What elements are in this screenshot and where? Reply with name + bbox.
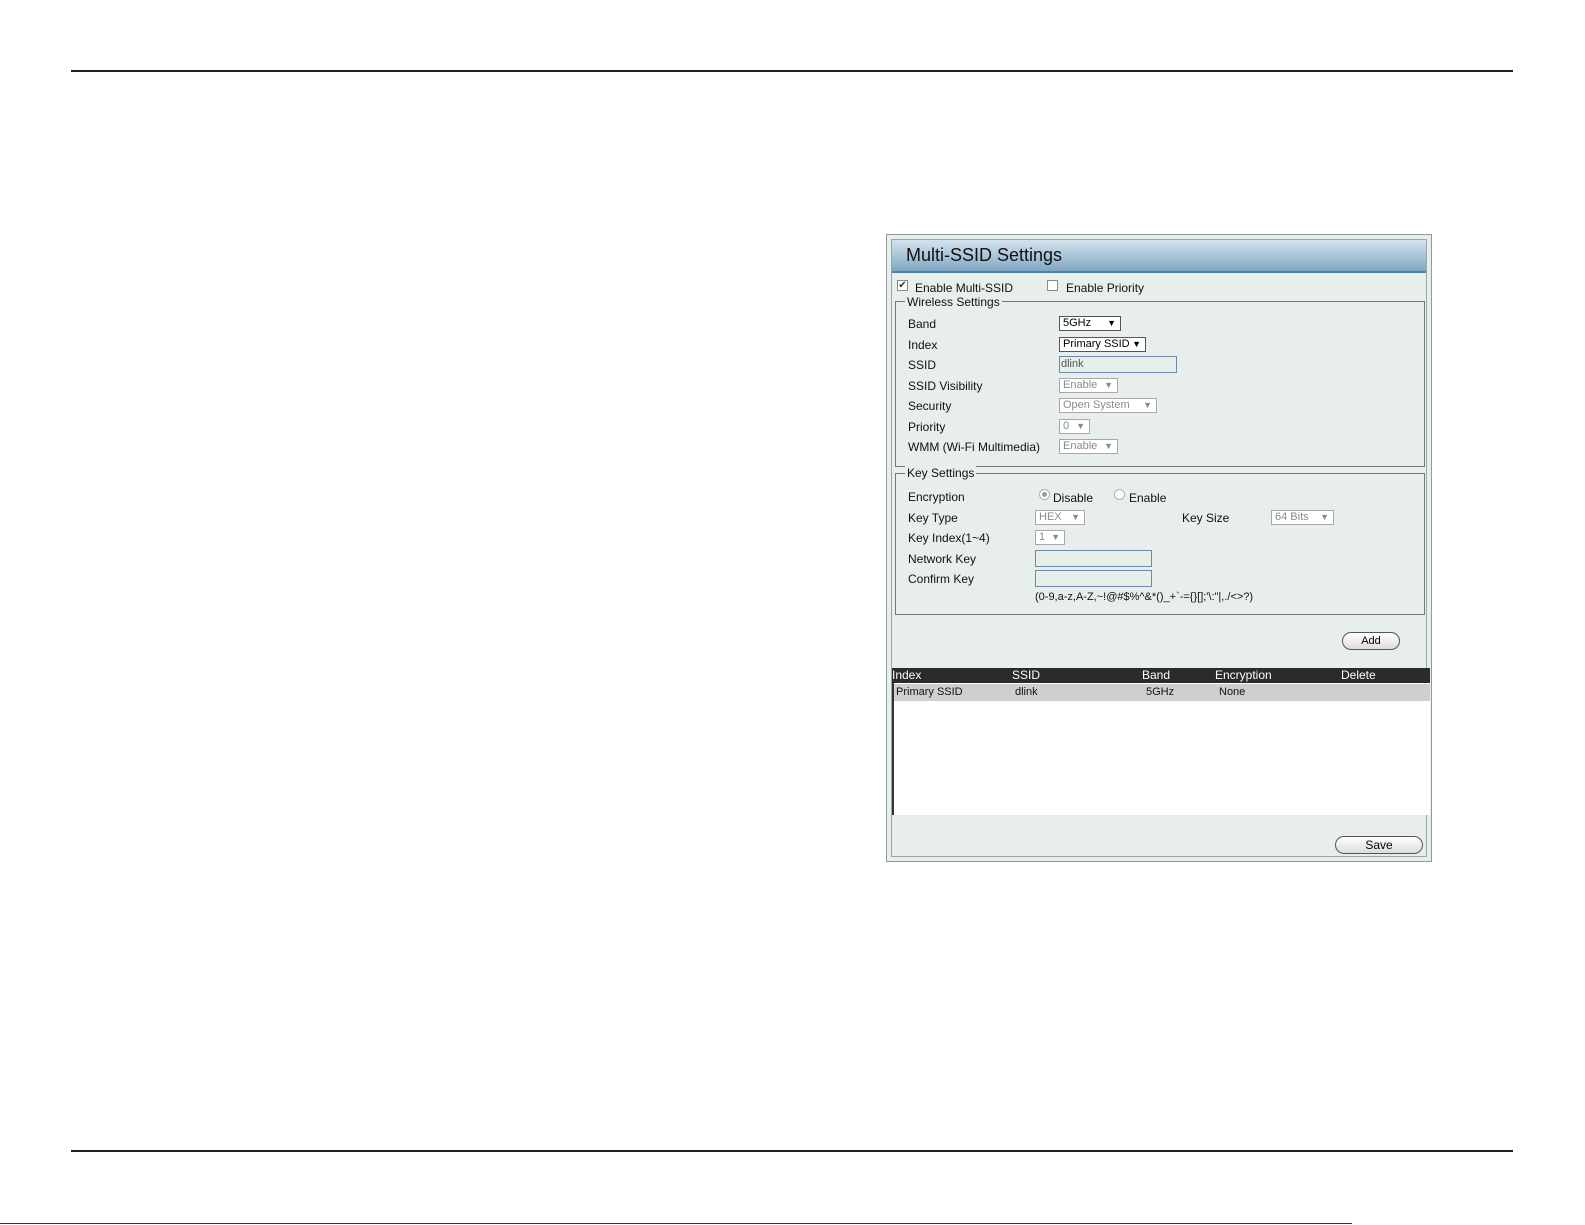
ssid-table-body: Primary SSID dlink 5GHz None <box>892 683 1430 815</box>
row-band: 5GHz <box>1146 686 1175 698</box>
key-index-value: 1 <box>1039 531 1046 543</box>
chevron-down-icon: ▼ <box>1071 512 1080 522</box>
panel-title: Multi-SSID Settings <box>906 245 1063 265</box>
key-settings-legend: Key Settings <box>905 466 977 480</box>
priority-value: 0 <box>1063 420 1070 432</box>
wmm-value: Enable <box>1063 440 1098 452</box>
column-header-band: Band <box>1142 668 1171 682</box>
allowed-characters-hint: (0-9,a-z,A-Z,~!@#$%^&*()_+`-={}[];'\:"|,… <box>1035 591 1254 603</box>
ssid-input[interactable]: dlink <box>1059 356 1177 373</box>
footer-line <box>0 1223 1352 1224</box>
security-label: Security <box>908 399 952 413</box>
network-key-input[interactable] <box>1035 550 1152 567</box>
chevron-down-icon: ▼ <box>1104 380 1113 390</box>
index-select[interactable]: Primary SSID ▼ <box>1059 337 1146 352</box>
encryption-disable-radio[interactable] <box>1039 489 1050 500</box>
key-type-select[interactable]: HEX ▼ <box>1035 510 1085 525</box>
band-value: 5GHz <box>1063 317 1092 329</box>
column-header-delete: Delete <box>1341 668 1376 682</box>
key-index-select[interactable]: 1 ▼ <box>1035 530 1065 545</box>
ssid-table-header: Index SSID Band Encryption Delete <box>892 668 1430 683</box>
table-row[interactable]: Primary SSID dlink 5GHz None <box>894 684 1430 701</box>
priority-label: Priority <box>908 420 946 434</box>
encryption-label: Encryption <box>908 490 965 504</box>
priority-select[interactable]: 0 ▼ <box>1059 419 1090 434</box>
band-select[interactable]: 5GHz ▼ <box>1059 316 1121 331</box>
confirm-key-input[interactable] <box>1035 570 1152 587</box>
save-button[interactable]: Save <box>1335 836 1423 854</box>
chevron-down-icon: ▼ <box>1143 400 1152 410</box>
add-button[interactable]: Add <box>1342 632 1400 650</box>
chevron-down-icon: ▼ <box>1132 339 1141 349</box>
chevron-down-icon: ▼ <box>1104 441 1113 451</box>
wmm-select[interactable]: Enable ▼ <box>1059 439 1118 454</box>
security-select[interactable]: Open System ▼ <box>1059 398 1157 413</box>
wmm-label: WMM (Wi-Fi Multimedia) <box>908 440 1040 454</box>
index-label: Index <box>908 338 938 352</box>
index-value: Primary SSID <box>1063 338 1130 350</box>
panel-body: Multi-SSID Settings ✔ Enable Multi-SSID … <box>891 239 1430 857</box>
key-type-label: Key Type <box>908 511 958 525</box>
row-index: Primary SSID <box>896 686 963 698</box>
ssid-visibility-label: SSID Visibility <box>908 379 983 393</box>
ssid-visibility-value: Enable <box>1063 379 1098 391</box>
enable-priority-checkbox[interactable] <box>1047 280 1058 291</box>
network-key-label: Network Key <box>908 552 977 566</box>
key-index-label: Key Index(1~4) <box>908 531 990 545</box>
enable-multi-ssid-label: Enable Multi-SSID <box>915 281 1014 295</box>
key-type-value: HEX <box>1039 511 1062 523</box>
security-value: Open System <box>1063 399 1130 411</box>
column-header-encryption: Encryption <box>1215 668 1272 682</box>
key-size-value: 64 Bits <box>1275 511 1309 523</box>
column-header-index: Index <box>892 668 922 682</box>
encryption-disable-label: Disable <box>1053 491 1094 505</box>
encryption-enable-label: Enable <box>1129 491 1167 505</box>
enable-multi-ssid-checkbox[interactable]: ✔ <box>897 280 908 291</box>
encryption-enable-radio[interactable] <box>1114 489 1125 500</box>
bottom-divider <box>71 1150 1513 1152</box>
chevron-down-icon: ▼ <box>1076 421 1085 431</box>
ssid-visibility-select[interactable]: Enable ▼ <box>1059 378 1118 393</box>
row-ssid: dlink <box>1015 686 1038 698</box>
column-header-ssid: SSID <box>1012 668 1041 682</box>
chevron-down-icon: ▼ <box>1107 318 1116 328</box>
confirm-key-label: Confirm Key <box>908 572 975 586</box>
key-size-select[interactable]: 64 Bits ▼ <box>1271 510 1334 525</box>
ssid-label: SSID <box>908 358 937 372</box>
chevron-down-icon: ▼ <box>1051 532 1060 542</box>
wireless-settings-legend: Wireless Settings <box>905 295 1002 309</box>
title-bar: Multi-SSID Settings <box>892 240 1426 273</box>
key-size-label: Key Size <box>1182 511 1230 525</box>
row-encryption: None <box>1219 686 1246 698</box>
chevron-down-icon: ▼ <box>1320 512 1329 522</box>
band-label: Band <box>908 317 937 331</box>
multi-ssid-panel: Multi-SSID Settings ✔ Enable Multi-SSID … <box>886 234 1432 862</box>
enable-priority-label: Enable Priority <box>1066 281 1145 295</box>
top-divider <box>71 70 1513 72</box>
